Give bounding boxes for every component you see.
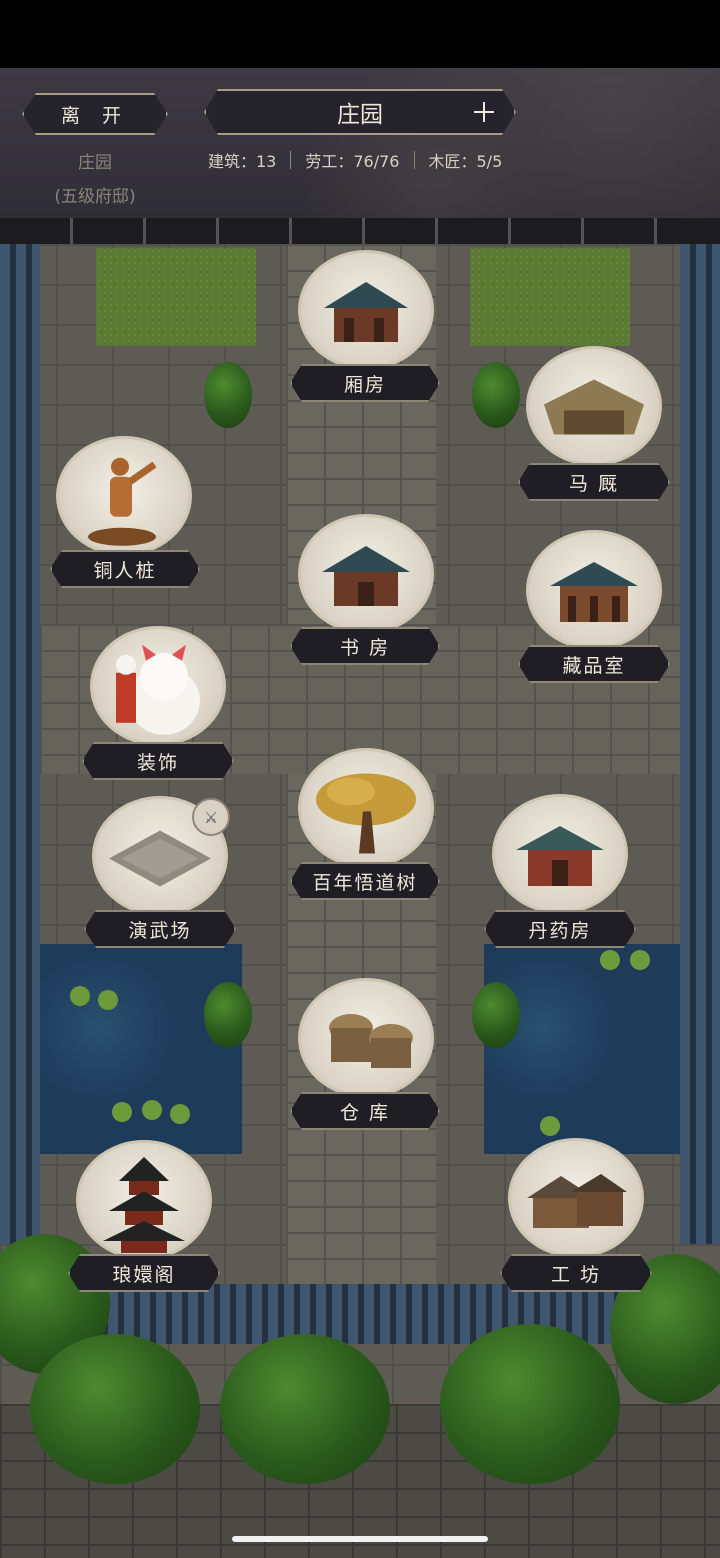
majiu-image[interactable] <box>526 346 662 466</box>
lily-pad <box>98 990 118 1010</box>
cangku-image[interactable] <box>298 978 434 1098</box>
left-roof-tiles <box>0 244 40 1244</box>
tree-image[interactable] <box>298 748 434 868</box>
danyaofang-image[interactable] <box>492 794 628 914</box>
shrub <box>472 362 520 428</box>
gongfang-label[interactable]: 工 坊 <box>500 1254 652 1292</box>
lily-pad <box>70 986 90 1006</box>
tree-label[interactable]: 百年悟道树 <box>290 862 440 900</box>
lucky-cat-icon <box>116 644 200 735</box>
cangpinshi-image[interactable] <box>526 530 662 650</box>
add-icon[interactable] <box>472 100 496 124</box>
zhuangshi-image[interactable] <box>90 626 226 746</box>
tree-canopy <box>440 1324 620 1484</box>
stable-icon <box>544 379 644 435</box>
langhuange-label[interactable]: 琅嬛阁 <box>68 1254 220 1292</box>
xiangfang-label[interactable]: 厢房 <box>290 364 440 402</box>
tongrenzhuang-label[interactable]: 铜人桩 <box>50 550 200 588</box>
shrub <box>204 982 252 1048</box>
leave-button[interactable]: 离 开 <box>22 93 168 135</box>
lawn <box>96 248 256 346</box>
stat-divider <box>290 151 292 169</box>
workshop-icon <box>527 1174 627 1228</box>
lily-pad <box>170 1104 190 1124</box>
building-count: 建筑：13 <box>208 152 277 171</box>
collection-hall-icon <box>550 562 638 622</box>
majiu-label[interactable]: 马 厩 <box>518 463 670 501</box>
house-icon <box>324 282 408 342</box>
zhuangshi-label[interactable]: 装饰 <box>82 742 234 780</box>
lily-pad <box>630 950 650 970</box>
shrub <box>204 362 252 428</box>
status-bar <box>0 0 720 68</box>
shrub <box>472 982 520 1048</box>
estate-stats: 建筑：13 劳工：76/76 木匠：5/5 <box>208 148 502 172</box>
estate-level: (五级府邸) <box>54 187 136 207</box>
estate-title: 庄园 <box>337 102 383 128</box>
study-icon <box>322 546 410 606</box>
gongfang-image[interactable] <box>508 1138 644 1258</box>
carpenter-count: 木匠：5/5 <box>428 152 503 171</box>
pond <box>484 944 680 1154</box>
lily-pad <box>600 950 620 970</box>
alchemy-room-icon <box>516 826 604 886</box>
shufang-label[interactable]: 书 房 <box>290 627 440 665</box>
tongrenzhuang-image[interactable] <box>56 436 192 556</box>
estate-name: 庄园 <box>78 153 112 173</box>
bronze-figure-icon <box>88 457 157 546</box>
cangku-label[interactable]: 仓 库 <box>290 1092 440 1130</box>
tree-canopy <box>220 1334 390 1484</box>
pond <box>40 944 242 1154</box>
danyaofang-label[interactable]: 丹药房 <box>484 910 636 948</box>
cangpinshi-label[interactable]: 藏品室 <box>518 645 670 683</box>
right-roof-tiles <box>680 244 720 1244</box>
langhuange-image[interactable] <box>76 1140 212 1260</box>
estate-title-bar: 庄园 <box>204 89 516 135</box>
pagoda-icon <box>103 1157 185 1253</box>
ancient-tree-icon <box>316 773 416 854</box>
xiangfang-image[interactable] <box>298 250 434 370</box>
lawn <box>470 248 630 346</box>
tree-canopy <box>30 1334 200 1484</box>
labor-count: 劳工：76/76 <box>305 152 400 171</box>
shufang-image[interactable] <box>298 514 434 634</box>
warehouse-icon <box>329 1014 413 1068</box>
training-ground-icon <box>109 830 211 887</box>
home-indicator[interactable] <box>232 1536 488 1542</box>
crossed-swords-icon[interactable]: ⚔ <box>192 798 230 836</box>
wall-crenellation <box>0 218 720 247</box>
lily-pad <box>142 1100 162 1120</box>
lily-pad <box>112 1102 132 1122</box>
yanwuchang-label[interactable]: 演武场 <box>84 910 236 948</box>
stat-divider <box>413 151 415 169</box>
lily-pad <box>540 1116 560 1136</box>
